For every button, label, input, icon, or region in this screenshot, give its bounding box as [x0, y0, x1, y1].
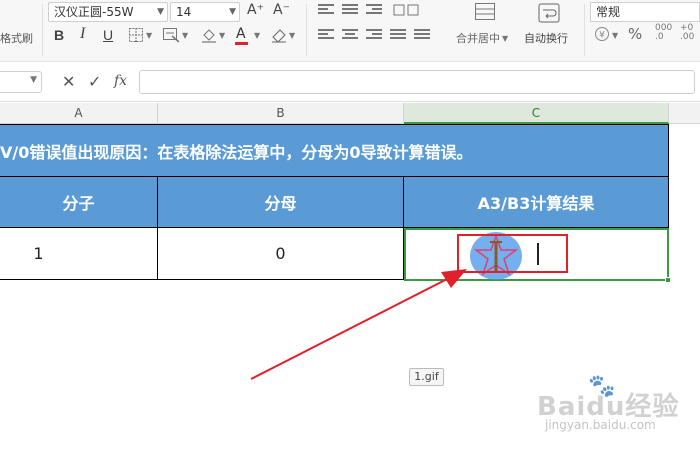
ribbon-divider — [306, 4, 307, 56]
indent-icon[interactable] — [392, 2, 422, 18]
chevron-down-icon[interactable]: ▼ — [289, 31, 295, 40]
font-size-value: 14 — [176, 5, 192, 19]
currency-icon[interactable]: ¥ — [594, 26, 610, 42]
title-cell[interactable]: V/0错误值出现原因：在表格除法运算中，分母为0导致计算错误。 — [0, 124, 669, 177]
align-middle-icon[interactable] — [342, 4, 358, 17]
number-format-select[interactable]: 常规 — [590, 2, 700, 22]
ribbon-divider — [42, 4, 43, 56]
chevron-down-icon[interactable]: ▼ — [30, 75, 37, 85]
font-name-select[interactable]: 汉仪正圆-55W ▼ — [48, 2, 168, 22]
format-painter-button[interactable]: 格式刷 — [0, 30, 33, 46]
align-left-icon[interactable] — [318, 29, 334, 42]
column-header-b[interactable]: B — [158, 103, 404, 124]
italic-button[interactable]: I — [80, 26, 85, 42]
number-format-value: 常规 — [596, 5, 621, 19]
percent-button[interactable]: % — [628, 26, 642, 42]
chevron-down-icon[interactable]: ▼ — [146, 31, 152, 40]
font-color-swatch — [235, 42, 248, 45]
font-size-select[interactable]: 14 ▼ — [170, 2, 240, 22]
chevron-down-icon[interactable]: ▼ — [219, 31, 225, 40]
merge-center-icon[interactable] — [474, 2, 496, 22]
eraser-icon[interactable] — [270, 27, 288, 43]
column-header-a[interactable]: A — [0, 103, 158, 124]
svg-text:¥: ¥ — [599, 31, 605, 41]
header-cell-numerator[interactable]: 分子 — [0, 177, 158, 228]
header-label: 分母 — [264, 194, 297, 213]
cell-style-icon[interactable] — [162, 27, 180, 43]
cancel-icon[interactable]: ✕ — [62, 72, 75, 91]
align-top-icon[interactable] — [318, 4, 334, 17]
chevron-down-icon: ▼ — [157, 7, 164, 17]
wrap-text-button[interactable]: 自动换行 — [524, 30, 568, 46]
font-name-value: 汉仪正圆-55W — [54, 5, 134, 19]
formula-bar: ▼ ✕ ✓ fx — [0, 62, 700, 102]
underline-button[interactable]: U — [103, 27, 113, 43]
header-cell-denominator[interactable]: 分母 — [158, 177, 404, 228]
column-header-d[interactable] — [669, 103, 700, 124]
chevron-down-icon[interactable]: ▼ — [182, 31, 188, 40]
cell-a3[interactable]: 1 — [0, 228, 158, 280]
gif-label: 1.gif — [409, 368, 444, 386]
cell-value: 1 — [33, 244, 44, 263]
text-caret — [537, 243, 539, 265]
ribbon-toolbar: 格式刷 汉仪正圆-55W ▼ 14 ▼ A⁺ A⁻ B I U ▼ ▼ ▼ A … — [0, 0, 700, 62]
insert-function-button[interactable]: fx — [114, 73, 127, 89]
watermark-url: jingyan.baidu.com — [545, 418, 656, 432]
chevron-down-icon[interactable]: ▼ — [502, 34, 508, 43]
thousands-separator-icon[interactable]: 000.0 — [655, 24, 672, 42]
ribbon-divider — [584, 4, 585, 56]
cell-value: 0 — [275, 244, 286, 263]
merge-center-button[interactable]: 合并居中 — [456, 30, 500, 46]
align-center-icon[interactable] — [342, 29, 358, 42]
fill-handle[interactable] — [665, 277, 671, 283]
fill-color-icon[interactable] — [200, 26, 218, 44]
header-cell-result[interactable]: A3/B3计算结果 — [404, 177, 669, 228]
chevron-down-icon[interactable]: ▼ — [254, 31, 260, 40]
chevron-down-icon: ▼ — [229, 7, 236, 17]
decimal-icon[interactable]: +0.00 — [680, 24, 694, 42]
distributed-align-icon[interactable] — [414, 29, 430, 42]
chevron-down-icon[interactable]: ▼ — [612, 31, 618, 40]
confirm-icon[interactable]: ✓ — [88, 72, 101, 91]
formula-input[interactable] — [139, 70, 695, 94]
border-icon[interactable] — [128, 27, 144, 43]
header-label: 分子 — [62, 194, 95, 213]
decrease-font-size-icon[interactable]: A⁻ — [273, 2, 290, 18]
increase-font-size-icon[interactable]: A⁺ — [247, 2, 264, 18]
align-bottom-icon[interactable] — [366, 4, 382, 17]
justify-icon[interactable] — [390, 29, 406, 42]
header-label: A3/B3计算结果 — [477, 194, 595, 213]
bold-button[interactable]: B — [54, 27, 64, 43]
align-right-icon[interactable] — [366, 29, 382, 42]
wrap-text-icon[interactable] — [537, 2, 561, 24]
title-text: V/0错误值出现原因：在表格除法运算中，分母为0导致计算错误。 — [0, 142, 473, 162]
name-box[interactable]: ▼ — [0, 71, 42, 93]
font-color-icon[interactable]: A — [236, 26, 246, 42]
column-header-c[interactable]: C — [404, 103, 669, 124]
